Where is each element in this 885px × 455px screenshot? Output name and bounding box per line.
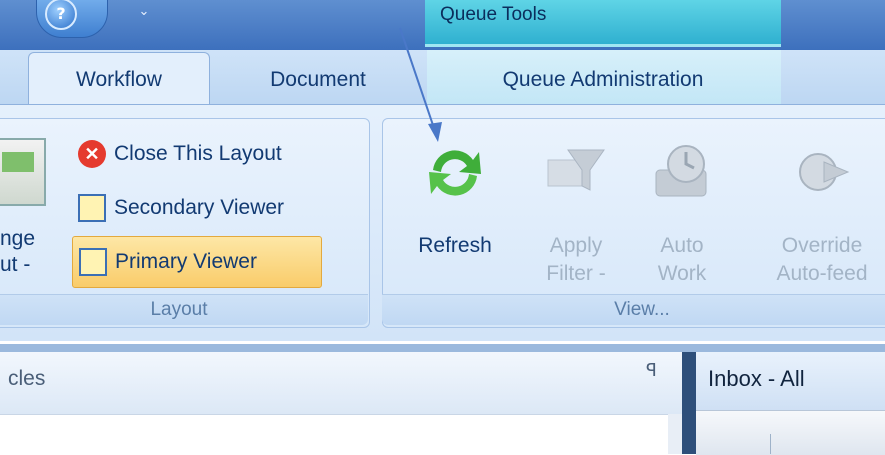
secondary-viewer-button[interactable]: Secondary Viewer: [72, 190, 362, 226]
pin-icon[interactable]: ꟼ: [646, 360, 666, 384]
close-this-layout-label: Close This Layout: [114, 142, 282, 165]
change-layout-button[interactable]: nge ut -: [0, 226, 56, 282]
change-layout-label-line1: nge: [0, 227, 36, 250]
vertical-splitter[interactable]: [682, 352, 696, 454]
tab-document[interactable]: Document: [238, 60, 398, 100]
override-auto-feed-button[interactable]: Override Auto-feed: [758, 140, 885, 290]
contextual-tab-title: Queue Tools: [440, 4, 547, 25]
refresh-button[interactable]: Refresh: [400, 140, 510, 290]
apply-filter-label-line2: Filter -: [546, 262, 606, 285]
primary-viewer-label: Primary Viewer: [115, 250, 257, 273]
grid-column-divider[interactable]: [770, 434, 771, 454]
secondary-viewer-icon: [78, 194, 106, 223]
override-label-line1: Override: [781, 234, 863, 257]
layout-group-label: Layout: [0, 294, 368, 325]
inbox-grid-header: [696, 410, 885, 455]
secondary-viewer-label: Secondary Viewer: [114, 196, 285, 219]
override-auto-feed-icon: [799, 153, 850, 191]
tab-queue-administration[interactable]: Queue Administration: [448, 60, 758, 100]
view-group-label: View...: [382, 294, 885, 325]
left-pane-scrollbar[interactable]: [668, 414, 682, 454]
pane-divider: [0, 344, 885, 352]
left-pane-title: cles: [8, 367, 46, 390]
refresh-icon: [429, 150, 481, 196]
auto-work-clock-icon: [655, 145, 707, 197]
auto-work-label-line1: Auto: [660, 234, 704, 257]
quick-access-chevron-icon[interactable]: ⌄: [134, 4, 154, 24]
apply-filter-label-line1: Apply: [549, 234, 603, 257]
auto-work-label-line2: Work: [657, 262, 707, 285]
auto-work-button[interactable]: Auto Work: [634, 140, 730, 290]
filter-icon: [547, 149, 605, 191]
left-pane-body: [0, 414, 670, 455]
tab-workflow[interactable]: Workflow: [28, 52, 210, 107]
apply-filter-button[interactable]: Apply Filter -: [528, 140, 624, 290]
primary-viewer-icon: [79, 248, 107, 277]
inbox-pane-title: Inbox - All: [708, 366, 805, 391]
change-layout-label-line2: ut -: [0, 253, 31, 276]
change-layout-icon[interactable]: [0, 138, 46, 206]
close-icon: ✕: [78, 140, 106, 169]
primary-viewer-button[interactable]: Primary Viewer: [72, 236, 322, 288]
refresh-label: Refresh: [418, 234, 492, 257]
close-this-layout-button[interactable]: ✕ Close This Layout: [72, 136, 362, 172]
override-label-line2: Auto-feed: [776, 262, 868, 285]
